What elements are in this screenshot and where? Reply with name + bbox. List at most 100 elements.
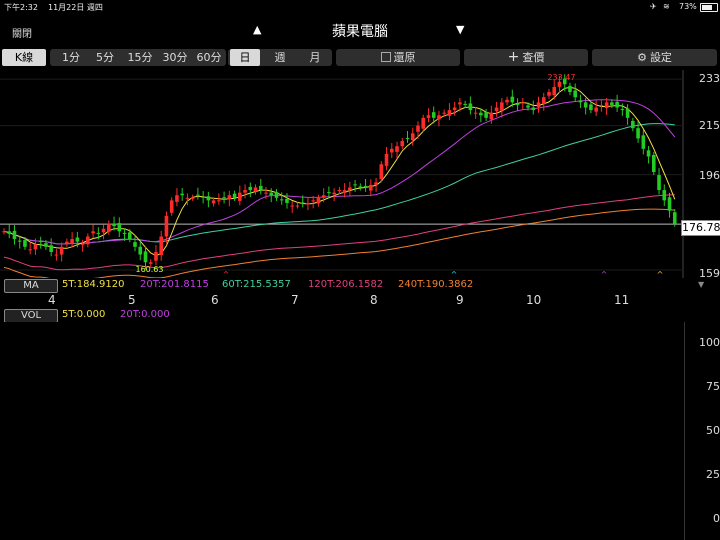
- wifi-icon: ≋: [663, 2, 670, 11]
- candle-body: [358, 186, 363, 188]
- status-time: 下午2:32: [4, 3, 38, 12]
- month-label-11: 11: [614, 293, 630, 307]
- interval-15m[interactable]: 15分: [125, 49, 155, 66]
- candle-body: [552, 86, 557, 96]
- vol-tick-75: 75: [706, 380, 720, 393]
- candle-body: [631, 120, 635, 129]
- volume-panel[interactable]: [0, 322, 684, 540]
- candle-body: [384, 153, 389, 166]
- interval-1m[interactable]: 1分: [58, 49, 84, 66]
- candle-body: [70, 239, 74, 244]
- candle-body: [332, 192, 336, 195]
- month-label-10: 10: [526, 293, 542, 307]
- candle-body: [452, 107, 457, 111]
- candle-body: [484, 112, 488, 118]
- month-label-5: 5: [128, 293, 136, 307]
- interval-5m[interactable]: 5分: [92, 49, 118, 66]
- candle-body: [44, 243, 48, 247]
- candle-body: [180, 193, 184, 196]
- candle-body: [447, 110, 452, 116]
- candle-body: [342, 190, 347, 194]
- ma-label[interactable]: MA: [4, 279, 58, 293]
- restore-button[interactable]: 還原: [336, 49, 460, 66]
- candle-body: [599, 104, 604, 106]
- candle-body: [547, 92, 551, 96]
- candle-body: [127, 232, 132, 240]
- candle-body: [33, 244, 38, 250]
- candle-body: [489, 112, 494, 120]
- month-label-7: 7: [291, 293, 299, 307]
- candle-body: [672, 212, 677, 224]
- candle-body: [23, 240, 27, 247]
- candle-body: [28, 249, 33, 251]
- candle-body: [536, 102, 541, 108]
- ma-row: MA 5T:184.9120 20T:201.8115 60T:215.5357…: [0, 278, 720, 293]
- candle-body: [615, 101, 619, 108]
- candle-body: [494, 107, 499, 112]
- period-day[interactable]: 日: [230, 49, 260, 66]
- candle-body: [143, 251, 148, 263]
- settings-button[interactable]: ⚙ 設定: [592, 49, 717, 66]
- candle-body: [657, 175, 661, 191]
- candle-body: [12, 230, 17, 240]
- candle-body: [185, 197, 190, 199]
- vol-tick-25: 25: [706, 468, 720, 481]
- candle-body: [610, 102, 614, 105]
- ma-60: 60T:215.5357: [222, 279, 291, 290]
- period-month[interactable]: 月: [300, 49, 330, 66]
- candle-body: [238, 192, 242, 201]
- vol-tick-100: 100: [699, 336, 720, 349]
- candle-body: [578, 100, 583, 103]
- candle-body: [107, 223, 111, 232]
- month-label-8: 8: [370, 293, 378, 307]
- candle-body: [117, 223, 122, 232]
- airplane-icon: ✈: [650, 2, 657, 11]
- candle-body: [269, 192, 274, 196]
- restore-checkbox[interactable]: [380, 52, 391, 62]
- candle-body: [17, 240, 22, 242]
- candle-body: [363, 185, 368, 188]
- candle-body: [65, 241, 69, 244]
- interval-30m[interactable]: 30分: [160, 49, 190, 66]
- kline-chart[interactable]: 233.47 160.63 ^ ^ ^ ^: [0, 70, 720, 278]
- candle-body: [7, 231, 12, 234]
- candle-body: [431, 112, 436, 118]
- candle-body: [662, 190, 667, 201]
- candle-body: [253, 187, 258, 192]
- query-price-button[interactable]: + 查價: [464, 49, 588, 66]
- candle-body: [138, 246, 143, 255]
- candle-body: [285, 198, 289, 203]
- gear-icon: ⚙: [637, 51, 647, 64]
- battery-percent: 73%: [679, 2, 697, 11]
- candle-body: [227, 195, 232, 200]
- price-tick-233: 233: [699, 72, 720, 85]
- candle-body: [667, 197, 672, 211]
- candle-body: [348, 187, 352, 191]
- candle-body: [258, 185, 263, 191]
- candle-body: [211, 200, 216, 204]
- candle-body: [583, 102, 588, 108]
- close-button[interactable]: 關閉: [12, 25, 32, 40]
- candle-body: [620, 109, 625, 111]
- candle-body: [416, 125, 420, 132]
- high-annotation: 233.47: [547, 73, 575, 82]
- next-stock-button[interactable]: ▼: [456, 23, 464, 36]
- prev-stock-button[interactable]: ▲: [253, 23, 261, 36]
- candle-body: [410, 133, 415, 141]
- period-week[interactable]: 週: [265, 49, 295, 66]
- candle-body: [264, 192, 268, 194]
- collapse-icon[interactable]: ▼: [698, 280, 704, 289]
- price-tick-196: 196: [699, 169, 720, 182]
- candle-body: [217, 200, 221, 202]
- candle-body: [54, 254, 59, 256]
- interval-60m[interactable]: 60分: [194, 49, 224, 66]
- kline-tab[interactable]: K線: [2, 49, 46, 66]
- query-price-label: 查價: [522, 51, 545, 64]
- candle-body: [636, 128, 640, 139]
- candle-body: [196, 194, 200, 196]
- vol-label[interactable]: VOL: [4, 309, 58, 323]
- candle-body: [316, 197, 321, 204]
- candle-body: [274, 192, 279, 198]
- candle-body: [300, 202, 305, 204]
- candle-body: [421, 117, 426, 129]
